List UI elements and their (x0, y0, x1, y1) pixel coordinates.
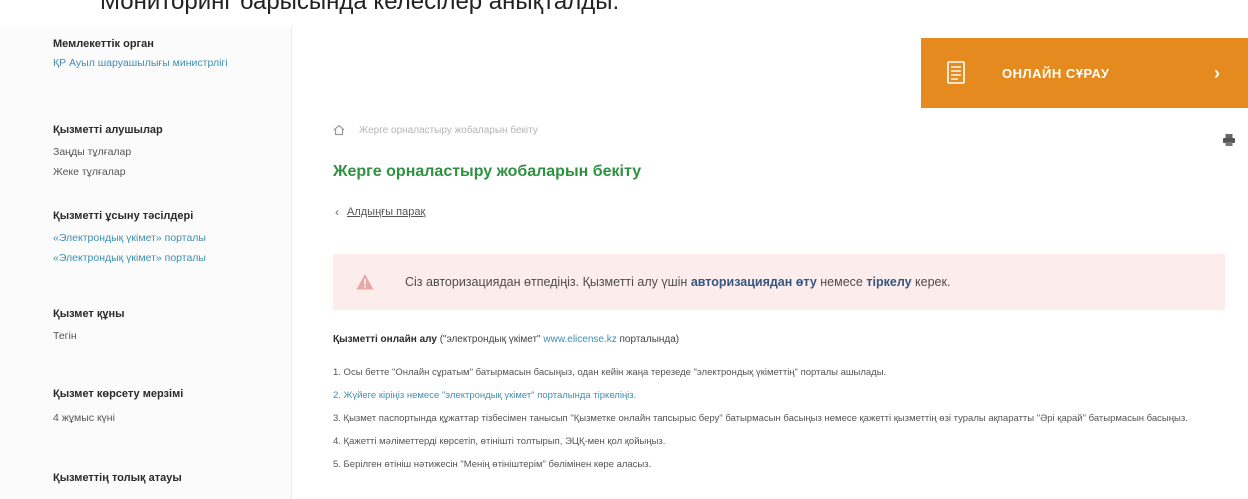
back-link[interactable]: ‹ Алдыңғы парақ (335, 205, 425, 219)
chevron-right-icon: › (1214, 62, 1220, 83)
portal-link[interactable]: www.elicense.kz (543, 334, 616, 345)
alert-text-before: Сіз авторизациядан өтпедіңіз. Қызметті а… (405, 275, 688, 289)
step-item: 2. Жүйеге кіріңіз немесе "электрондық үк… (333, 390, 1225, 402)
result-heading: Қызметтің толық атауы (53, 472, 182, 484)
sidebar-recipients: Қызметті алушылар Заңды тұлғалар Жеке тұ… (53, 124, 263, 178)
step-link[interactable]: 2. Жүйеге кіріңіз немесе "электрондық үк… (333, 390, 636, 401)
method-link[interactable]: «Электрондық үкімет» порталы (53, 232, 263, 244)
methods-heading: Қызметті ұсыну тәсілдері (53, 210, 194, 222)
step-item: 4. Қажетті мәліметтерді көрсетіп, өтініш… (333, 436, 666, 447)
back-link-label: Алдыңғы парақ (347, 206, 426, 218)
document-icon (946, 60, 968, 86)
warning-icon (355, 272, 375, 292)
intro-text: ("электрондық үкімет" (439, 334, 541, 345)
step-item: 1. Осы бетте "Онлайн сұратым" батырмасын… (333, 367, 887, 378)
sidebar-term: Қызмет көрсету мерзімі 4 жұмыс күні (53, 388, 263, 424)
online-intro: Қызметті онлайн алу ("электрондық үкімет… (333, 334, 679, 345)
page-title: Жерге орналастыру жобаларын бекіту (333, 163, 642, 180)
home-icon[interactable] (333, 124, 345, 136)
intro-text-after: порталында) (619, 334, 680, 345)
sidebar-methods: Қызметті ұсыну тәсілдері «Электрондық үк… (53, 210, 263, 264)
authority-heading: Мемлекеттік орган (53, 38, 154, 50)
print-icon[interactable] (1222, 133, 1236, 147)
term-value: 4 жұмыс күні (53, 412, 115, 424)
alert-message: Сіз авторизациядан өтпедіңіз. Қызметті а… (405, 275, 950, 289)
sidebar-authority: Мемлекеттік орган ҚР Ауыл шаруашылығы ми… (53, 38, 263, 69)
auth-link[interactable]: авторизациядан өту (691, 275, 817, 289)
alert-text-after: керек. (915, 275, 951, 289)
step-item: 5. Берілген өтініш нәтижесін "Менің өтін… (333, 459, 652, 470)
register-link[interactable]: тіркелу (866, 275, 911, 289)
recipient-item: Заңды тұлғалар (53, 146, 132, 158)
online-request-label: ОНЛАЙН СҰРАУ (1002, 65, 1110, 81)
top-caption: Мониторинг барысында келесілер анықталды… (100, 0, 620, 15)
intro-bold: Қызметті онлайн алу (333, 334, 437, 345)
alert-text-middle: немесе (820, 275, 863, 289)
steps-list: 1. Осы бетте "Онлайн сұратым" батырмасын… (333, 367, 1225, 482)
auth-alert: Сіз авторизациядан өтпедіңіз. Қызметті а… (333, 254, 1225, 310)
recipients-heading: Қызметті алушылар (53, 124, 163, 136)
breadcrumb-current[interactable]: Жерге орналастыру жобаларын бекіту (359, 125, 538, 136)
step-item: 3. Қызмет паспортында құжаттар тізбесіме… (333, 413, 1188, 424)
sidebar-result: Қызметтің толық атауы (53, 472, 263, 484)
authority-link[interactable]: ҚР Ауыл шаруашылығы министрлігі (53, 57, 263, 69)
sidebar-cost: Қызмет құны Тегін (53, 308, 263, 342)
recipient-item: Жеке тұлғалар (53, 166, 126, 178)
method-link[interactable]: «Электрондық үкімет» порталы (53, 252, 263, 264)
cost-value: Тегін (53, 330, 77, 342)
breadcrumb: Жерге орналастыру жобаларын бекіту (333, 124, 538, 136)
online-request-button[interactable]: ОНЛАЙН СҰРАУ › (921, 38, 1248, 108)
term-heading: Қызмет көрсету мерзімі (53, 388, 184, 400)
sidebar: Мемлекеттік орган ҚР Ауыл шаруашылығы ми… (0, 26, 292, 499)
cost-heading: Қызмет құны (53, 308, 125, 320)
chevron-left-icon: ‹ (335, 205, 339, 219)
